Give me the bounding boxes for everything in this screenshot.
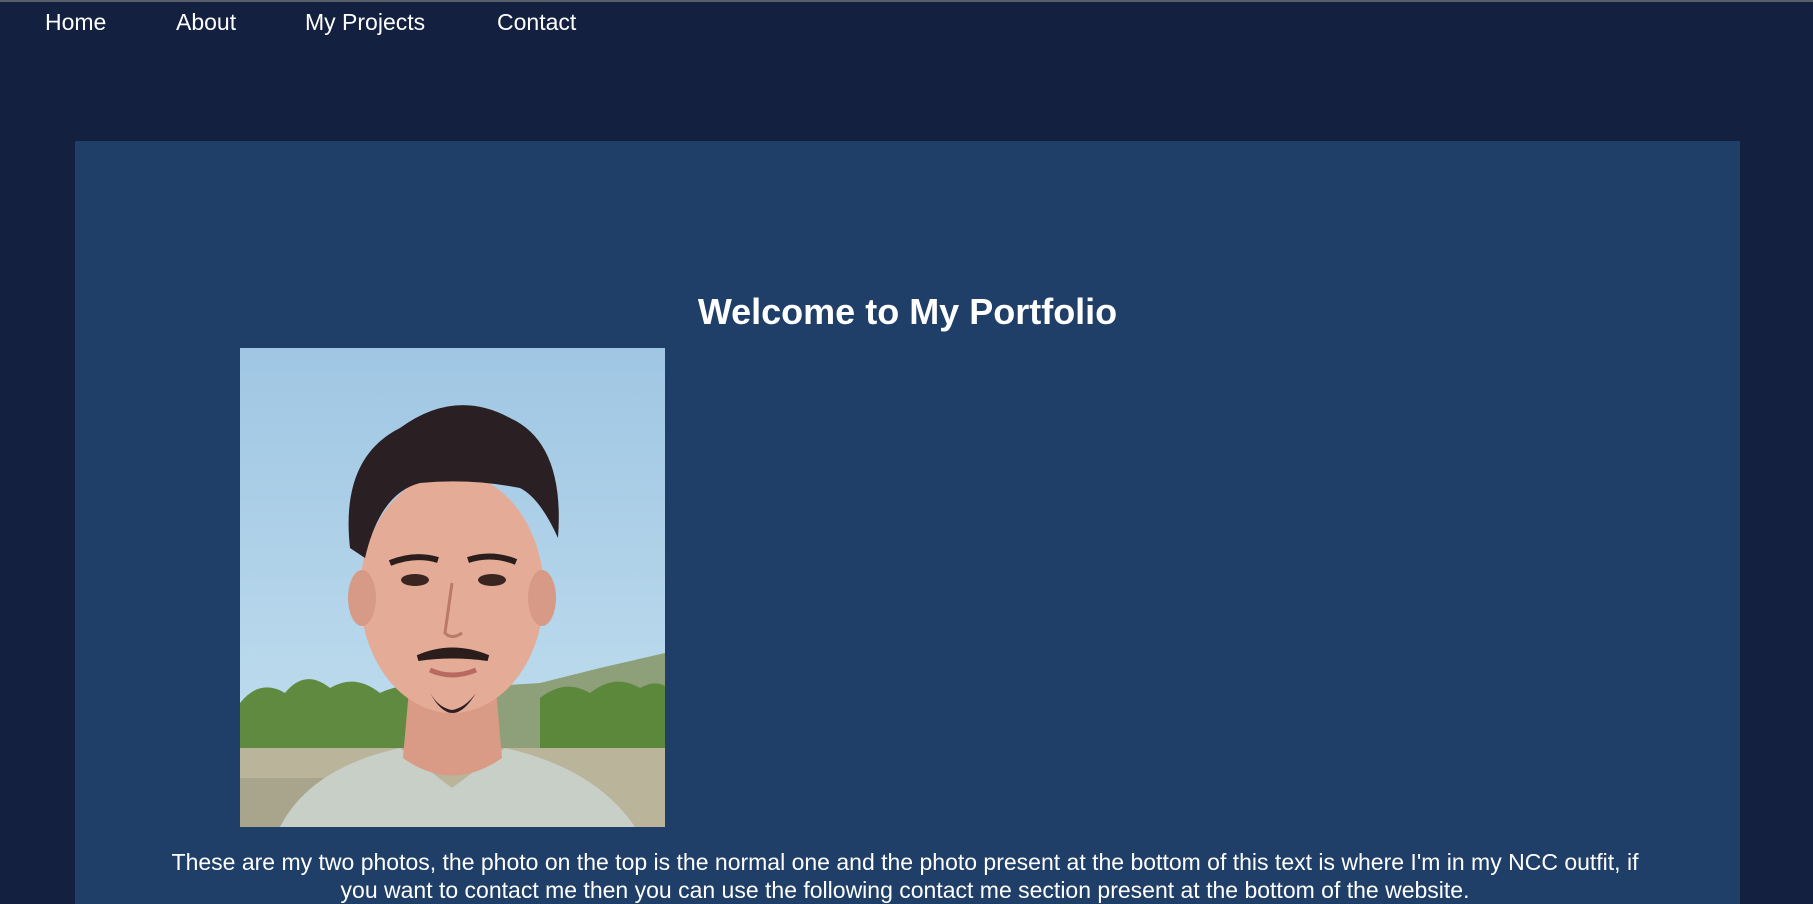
nav-about-link[interactable]: About — [176, 8, 236, 36]
photo-caption: These are my two photos, the photo on th… — [171, 849, 1639, 903]
nav-my-projects-link[interactable]: My Projects — [305, 8, 425, 36]
profile-photo — [240, 348, 665, 827]
page-title: Welcome to My Portfolio — [697, 291, 1118, 332]
nav-home-link[interactable]: Home — [45, 8, 106, 36]
profile-photo-illustration — [240, 348, 665, 827]
portfolio-panel: Welcome to My Portfolio These are my two… — [75, 141, 1740, 904]
window-top-border — [0, 0, 1813, 2]
nav-contact-link[interactable]: Contact — [497, 8, 576, 36]
